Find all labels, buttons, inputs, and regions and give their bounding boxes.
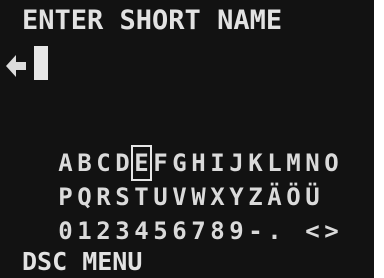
char-key[interactable]: N [303, 146, 322, 180]
char-key[interactable]: 1 [75, 214, 94, 248]
char-row: PQRSTUVWXYZÄÖÜ [56, 180, 341, 214]
char-key[interactable]: A [56, 146, 75, 180]
char-key[interactable]: G [170, 146, 189, 180]
char-key[interactable]: L [265, 146, 284, 180]
text-cursor[interactable] [34, 46, 48, 80]
char-key[interactable]: X [208, 180, 227, 214]
char-key[interactable]: O [322, 146, 341, 180]
char-key[interactable]: I [208, 146, 227, 180]
char-key[interactable]: J [227, 146, 246, 180]
char-key[interactable]: Ä [265, 180, 284, 214]
char-row: ABCDEFGHIJKLMNO [56, 145, 341, 181]
char-key[interactable]: Q [75, 180, 94, 214]
char-key[interactable]: 7 [189, 214, 208, 248]
char-key[interactable]: 6 [170, 214, 189, 248]
character-picker: ABCDEFGHIJKLMNO PQRSTUVWXYZÄÖÜ 012345678… [56, 145, 341, 248]
char-row: 0123456789-. < > [56, 214, 341, 248]
char-key[interactable]: U [151, 180, 170, 214]
pointer-icon [6, 55, 26, 77]
char-key[interactable]: D [113, 146, 132, 180]
char-key[interactable]: V [170, 180, 189, 214]
char-key[interactable]: Ü [303, 180, 322, 214]
char-key[interactable]: > [322, 214, 341, 248]
dsc-menu-label[interactable]: DSC MENU [22, 246, 142, 278]
char-key[interactable]: < [303, 214, 322, 248]
char-key[interactable]: K [246, 146, 265, 180]
char-key[interactable]: M [284, 146, 303, 180]
char-key[interactable]: Y [227, 180, 246, 214]
char-key[interactable]: S [113, 180, 132, 214]
char-key[interactable]: R [94, 180, 113, 214]
char-key-selected[interactable]: E [131, 145, 152, 181]
char-key[interactable]: 8 [208, 214, 227, 248]
char-key[interactable]: F [151, 146, 170, 180]
char-key[interactable]: W [189, 180, 208, 214]
char-key[interactable]: P [56, 180, 75, 214]
name-input-row [0, 46, 374, 86]
char-key[interactable]: 5 [151, 214, 170, 248]
char-key[interactable]: - [246, 214, 265, 248]
char-key[interactable]: 0 [56, 214, 75, 248]
char-key[interactable]: 3 [113, 214, 132, 248]
char-key[interactable]: 9 [227, 214, 246, 248]
char-key[interactable]: Z [246, 180, 265, 214]
char-key[interactable]: C [94, 146, 113, 180]
char-key[interactable]: T [132, 180, 151, 214]
char-key[interactable] [284, 214, 303, 248]
char-key[interactable]: 4 [132, 214, 151, 248]
screen-title: ENTER SHORT NAME [22, 5, 283, 36]
char-key[interactable]: B [75, 146, 94, 180]
char-key[interactable]: . [265, 214, 284, 248]
char-key[interactable]: H [189, 146, 208, 180]
dsc-display: ENTER SHORT NAME ABCDEFGHIJKLMNO PQRSTUV… [0, 0, 374, 278]
char-key[interactable]: 2 [94, 214, 113, 248]
char-key[interactable]: Ö [284, 180, 303, 214]
